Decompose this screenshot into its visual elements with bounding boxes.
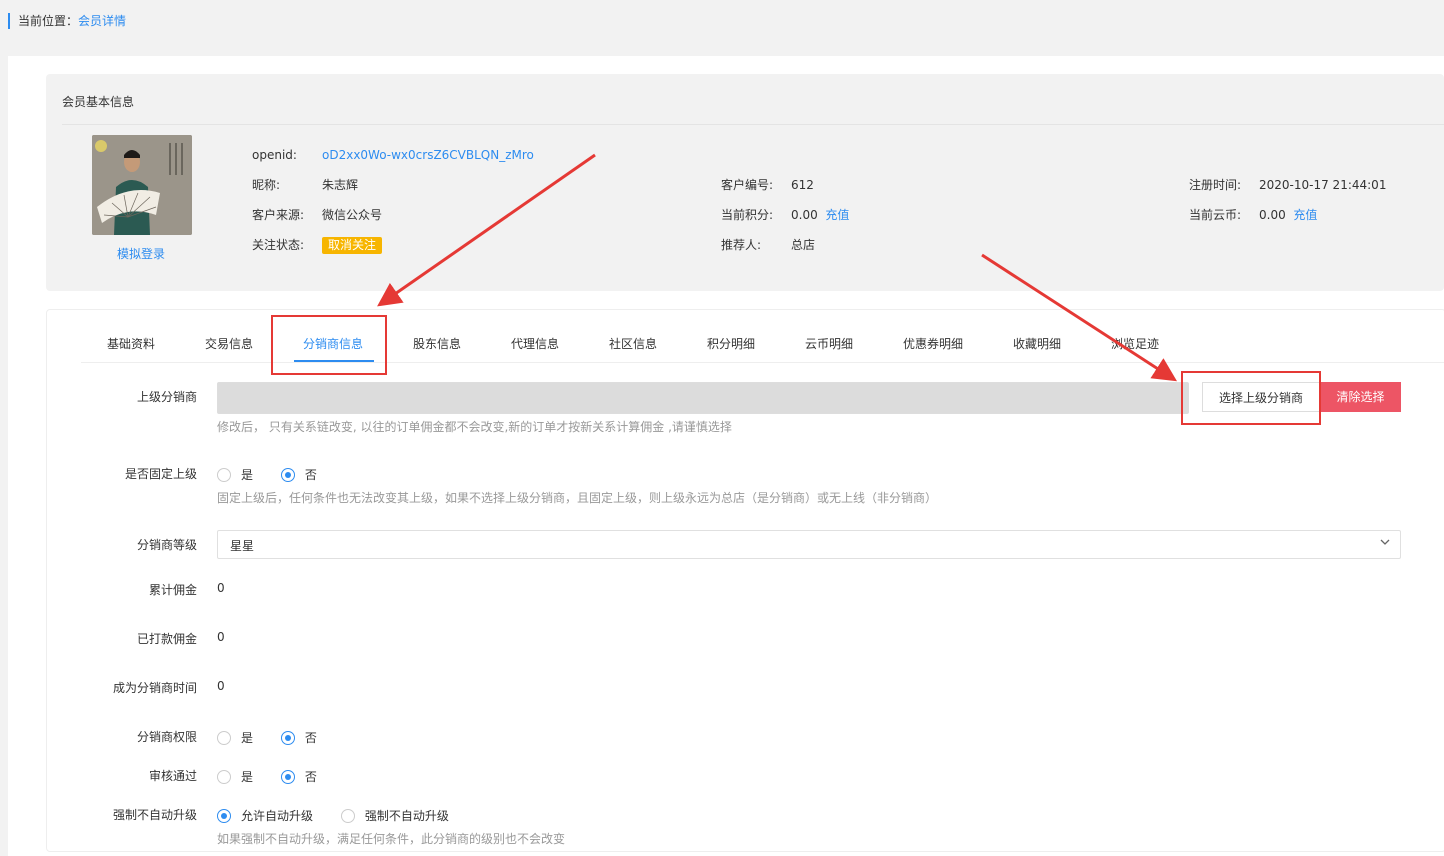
annotation-arrow [377,153,596,307]
annotation-arrows [377,153,1178,382]
annotation-arrow [981,253,1178,382]
